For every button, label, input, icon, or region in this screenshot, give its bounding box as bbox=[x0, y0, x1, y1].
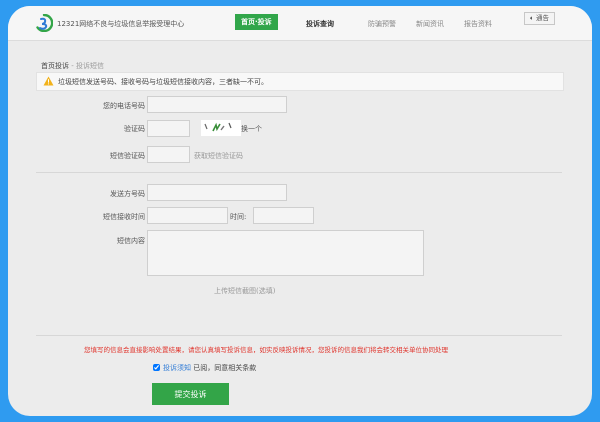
agreement-text: 已阅，同意相关条款 bbox=[193, 364, 257, 372]
speaker-icon: 🔈︎ bbox=[530, 14, 534, 22]
warning-icon bbox=[43, 76, 54, 86]
sms-content-label: 短信内容 bbox=[117, 237, 145, 245]
phone-input[interactable] bbox=[147, 96, 287, 113]
agreement-checkbox[interactable] bbox=[153, 364, 160, 371]
captcha-refresh-link[interactable]: 换一个 bbox=[241, 124, 262, 134]
warning-bar: 垃圾短信发送号码、接收号码与垃圾短信接收内容，三者缺一不可。 bbox=[36, 72, 564, 91]
captcha-input[interactable] bbox=[147, 120, 190, 137]
breadcrumb: 首页投诉 - 投诉短信 bbox=[41, 61, 104, 71]
receive-date-input[interactable] bbox=[147, 207, 228, 224]
receive-time-label: 时间: bbox=[230, 213, 247, 221]
sms-content-textarea[interactable] bbox=[147, 230, 424, 276]
sms-code-input[interactable] bbox=[147, 146, 190, 163]
nav-reports[interactable]: 报告资料 bbox=[464, 19, 492, 29]
nav-home-complaint[interactable]: 首页·投诉 bbox=[235, 14, 278, 30]
bottom-divider bbox=[36, 335, 562, 336]
breadcrumb-home[interactable]: 首页投诉 bbox=[41, 62, 69, 70]
site-title: 12321网络不良与垃圾信息举报受理中心 bbox=[57, 20, 185, 28]
nav-complaint-query[interactable]: 投诉查询 bbox=[306, 19, 334, 29]
accuracy-notice: 您填写的信息会直接影响处置结果，请您认真填写投诉信息，如实反映投诉情况，您投诉的… bbox=[84, 346, 448, 354]
sender-number-label: 发送方号码 bbox=[110, 190, 145, 198]
breadcrumb-current: 投诉短信 bbox=[75, 62, 104, 70]
agreement-row: 投诉须知 已阅，同意相关条款 bbox=[153, 363, 256, 373]
nav-news[interactable]: 新闻资讯 bbox=[416, 19, 444, 29]
sms-code-label: 短信验证码 bbox=[110, 152, 145, 160]
breadcrumb-separator: - bbox=[69, 62, 76, 70]
get-sms-code-link[interactable]: 获取短信验证码 bbox=[194, 151, 243, 161]
notice-button[interactable]: 🔈︎ 通告 bbox=[524, 12, 555, 25]
captcha-image[interactable] bbox=[201, 120, 241, 136]
complaint-notice-link[interactable]: 投诉须知 bbox=[163, 364, 191, 372]
upload-screenshot-link[interactable]: 上传短信截图(选填) bbox=[214, 286, 275, 296]
top-navigation-bar: 12321网络不良与垃圾信息举报受理中心 首页·投诉 投诉查询 防骗预警 新闻资… bbox=[8, 6, 592, 41]
warning-text: 垃圾短信发送号码、接收号码与垃圾短信接收内容，三者缺一不可。 bbox=[58, 78, 268, 86]
section-divider bbox=[36, 172, 562, 173]
page-frame: 12321网络不良与垃圾信息举报受理中心 首页·投诉 投诉查询 防骗预警 新闻资… bbox=[8, 6, 592, 416]
phone-label: 您的电话号码 bbox=[103, 102, 145, 110]
notice-button-label: 通告 bbox=[535, 14, 549, 22]
sender-number-input[interactable] bbox=[147, 184, 287, 201]
site-logo-icon bbox=[36, 14, 53, 32]
receive-time-input[interactable] bbox=[253, 207, 314, 224]
nav-fraud-warning[interactable]: 防骗预警 bbox=[368, 19, 396, 29]
submit-complaint-button[interactable]: 提交投诉 bbox=[152, 383, 229, 405]
captcha-label: 验证码 bbox=[124, 125, 145, 133]
receive-date-label: 短信接收时间 bbox=[103, 213, 145, 221]
